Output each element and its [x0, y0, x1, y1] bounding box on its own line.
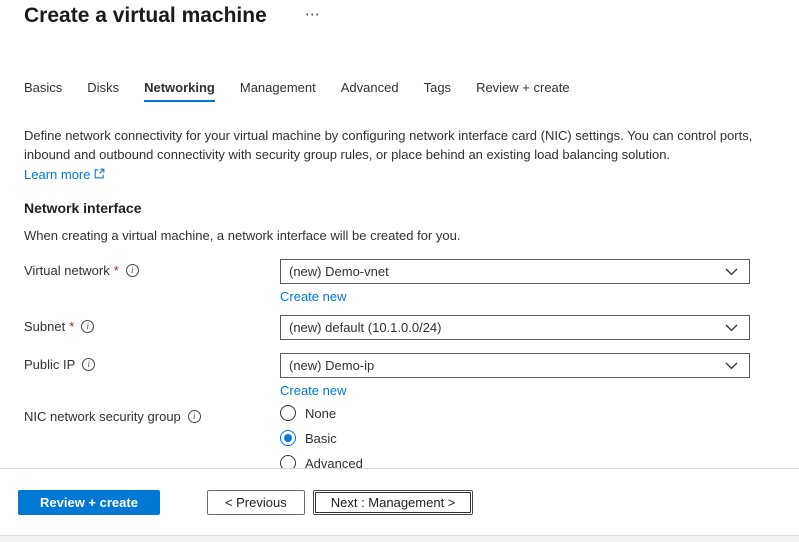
chevron-down-icon — [725, 268, 738, 276]
tab-management[interactable]: Management — [240, 80, 316, 102]
public-ip-label-text: Public IP — [24, 357, 75, 372]
public-ip-value: (new) Demo-ip — [289, 358, 374, 373]
info-icon[interactable]: i — [126, 264, 139, 277]
subnet-label: Subnet * i — [24, 315, 280, 334]
subnet-value: (new) default (10.1.0.0/24) — [289, 320, 441, 335]
virtual-network-label-text: Virtual network — [24, 263, 110, 278]
required-asterisk: * — [114, 263, 119, 278]
subnet-row: Subnet * i (new) default (10.1.0.0/24) — [24, 315, 775, 340]
page-title: Create a virtual machine — [24, 2, 267, 30]
nsg-radio-group: None Basic Advanced — [280, 405, 750, 468]
review-create-button[interactable]: Review + create — [18, 490, 160, 515]
main-content: Create a virtual machine ⋯ Basics Disks … — [0, 0, 799, 468]
public-ip-row: Public IP i (new) Demo-ip Create new — [24, 353, 775, 400]
tab-description: Define network connectivity for your vir… — [24, 126, 769, 164]
wizard-footer: Review + create < Previous Next : Manage… — [0, 468, 799, 535]
tab-tags[interactable]: Tags — [424, 80, 451, 102]
subnet-label-text: Subnet — [24, 319, 65, 334]
chevron-down-icon — [725, 362, 738, 370]
bottom-strip — [0, 535, 799, 542]
tab-review-create[interactable]: Review + create — [476, 80, 570, 102]
nsg-option-advanced[interactable]: Advanced — [280, 455, 750, 468]
section-heading: Network interface — [24, 200, 775, 216]
next-management-button[interactable]: Next : Management > — [313, 490, 474, 515]
subnet-control: (new) default (10.1.0.0/24) — [280, 315, 750, 340]
public-ip-label: Public IP i — [24, 353, 280, 372]
subnet-select[interactable]: (new) default (10.1.0.0/24) — [280, 315, 750, 340]
virtual-network-row: Virtual network * i (new) Demo-vnet Crea… — [24, 259, 775, 306]
radio-button-icon — [280, 455, 296, 468]
tab-bar: Basics Disks Networking Management Advan… — [24, 80, 775, 102]
tab-networking[interactable]: Networking — [144, 80, 215, 102]
radio-button-icon — [280, 430, 296, 446]
virtual-network-label: Virtual network * i — [24, 259, 280, 278]
learn-more-label: Learn more — [24, 167, 90, 182]
create-new-public-ip-link[interactable]: Create new — [280, 383, 346, 398]
tab-advanced[interactable]: Advanced — [341, 80, 399, 102]
create-vm-page: Create a virtual machine ⋯ Basics Disks … — [0, 0, 799, 542]
networking-form: Virtual network * i (new) Demo-vnet Crea… — [24, 259, 775, 468]
learn-more-link[interactable]: Learn more — [24, 167, 105, 182]
nsg-option-basic[interactable]: Basic — [280, 430, 750, 446]
section-subtitle: When creating a virtual machine, a netwo… — [24, 228, 775, 243]
info-icon[interactable]: i — [188, 410, 201, 423]
radio-button-icon — [280, 405, 296, 421]
virtual-network-value: (new) Demo-vnet — [289, 264, 389, 279]
public-ip-control: (new) Demo-ip Create new — [280, 353, 750, 400]
nsg-label-text: NIC network security group — [24, 409, 181, 424]
nsg-option-none[interactable]: None — [280, 405, 750, 421]
public-ip-select[interactable]: (new) Demo-ip — [280, 353, 750, 378]
create-new-virtual-network-link[interactable]: Create new — [280, 289, 346, 304]
nsg-row: NIC network security group i None Basic … — [24, 405, 775, 468]
external-link-icon — [94, 167, 105, 182]
nsg-label: NIC network security group i — [24, 405, 280, 424]
virtual-network-control: (new) Demo-vnet Create new — [280, 259, 750, 306]
more-options-icon[interactable]: ⋯ — [305, 5, 321, 23]
info-icon[interactable]: i — [81, 320, 94, 333]
virtual-network-select[interactable]: (new) Demo-vnet — [280, 259, 750, 284]
required-asterisk: * — [69, 319, 74, 334]
tab-basics[interactable]: Basics — [24, 80, 62, 102]
previous-button[interactable]: < Previous — [207, 490, 305, 515]
title-row: Create a virtual machine ⋯ — [24, 2, 775, 30]
tab-disks[interactable]: Disks — [87, 80, 119, 102]
info-icon[interactable]: i — [82, 358, 95, 371]
chevron-down-icon — [725, 324, 738, 332]
